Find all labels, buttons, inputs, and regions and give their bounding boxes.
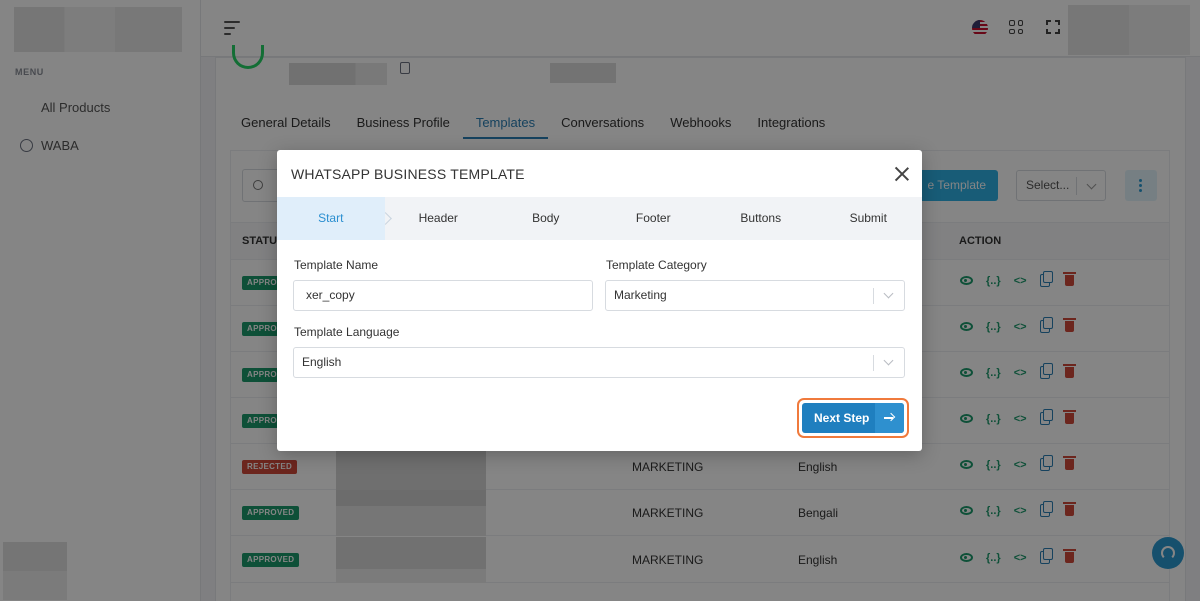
template-language-value: English [302,355,342,369]
template-category-label: Template Category [606,258,707,272]
template-language-select[interactable]: English [293,347,905,378]
template-modal: WHATSAPP BUSINESS TEMPLATE Start Header … [277,150,922,451]
chevron-down-icon [883,288,894,299]
step-buttons[interactable]: Buttons [707,197,815,240]
close-icon[interactable] [894,166,910,182]
step-submit[interactable]: Submit [815,197,923,240]
step-start[interactable]: Start [277,197,385,240]
template-category-select[interactable]: Marketing [605,280,905,311]
wizard-steps: Start Header Body Footer Buttons Submit [277,197,922,240]
arrow-right-icon [875,403,904,433]
template-language-label: Template Language [294,325,400,339]
next-step-button[interactable]: Next Step [802,403,904,433]
template-name-label: Template Name [294,258,379,272]
step-body[interactable]: Body [492,197,600,240]
step-footer[interactable]: Footer [600,197,708,240]
chevron-down-icon [883,355,894,366]
modal-title: WHATSAPP BUSINESS TEMPLATE [291,166,525,182]
template-category-value: Marketing [614,288,667,302]
step-header[interactable]: Header [385,197,493,240]
template-name-input[interactable]: xer_copy [293,280,593,311]
next-step-label: Next Step [814,411,870,425]
next-step-highlight: Next Step [797,398,909,438]
